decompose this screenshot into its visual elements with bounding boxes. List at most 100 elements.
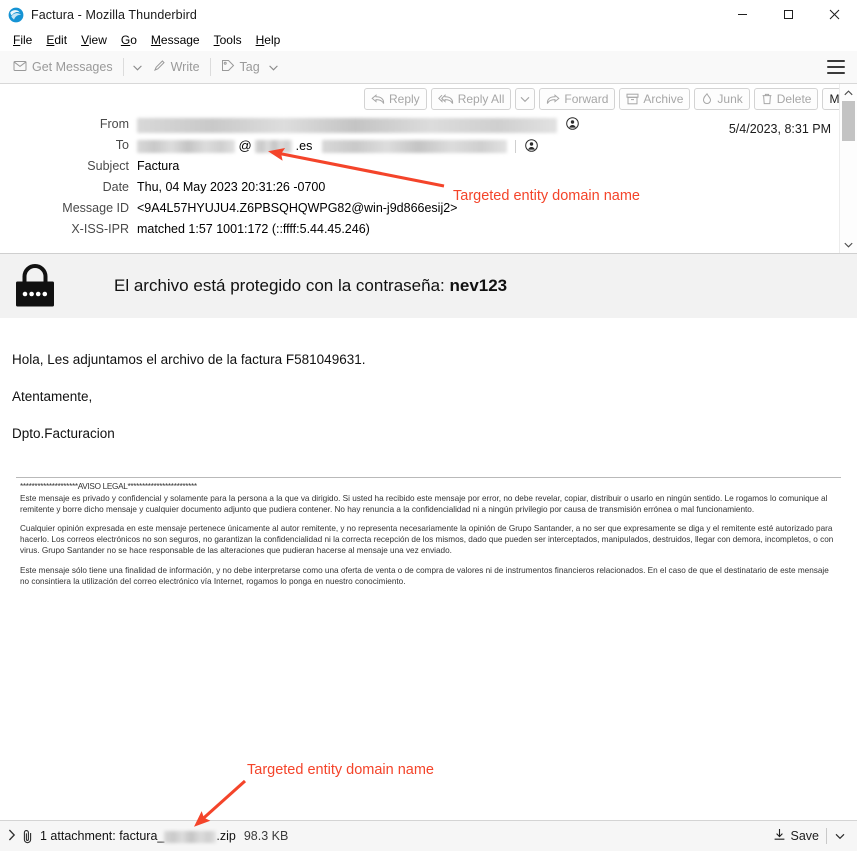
menu-edit[interactable]: Edit [39, 31, 74, 50]
menu-go[interactable]: Go [114, 31, 144, 50]
message-action-buttons: Reply Reply All Forward Archive Junk Del… [364, 88, 857, 110]
header-pane-scrollbar[interactable] [839, 84, 857, 253]
chevron-right-icon[interactable] [6, 828, 22, 845]
window-title: Factura - Mozilla Thunderbird [31, 7, 197, 22]
paperclip-icon [22, 829, 34, 844]
reply-all-button[interactable]: Reply All [430, 88, 512, 110]
scroll-down-arrow-icon[interactable] [840, 236, 857, 253]
header-row-date: Date Thu, 04 May 2023 20:31:26 -0700 [0, 179, 839, 198]
contact-avatar-icon[interactable] [566, 117, 580, 133]
received-timestamp: 5/4/2023, 8:31 PM [728, 122, 831, 136]
scroll-up-arrow-icon[interactable] [840, 84, 857, 101]
legal-paragraph-1: Este mensaje es privado y confidencial y… [20, 493, 828, 514]
delete-button[interactable]: Delete [753, 88, 819, 110]
legal-header: ********************AVISO LEGAL*********… [20, 482, 197, 491]
annotation-bottom-label: Targeted entity domain name [247, 762, 434, 778]
minimize-button[interactable] [719, 0, 765, 29]
save-attachment-button[interactable]: Save [766, 825, 827, 847]
toolbar-divider-2 [209, 58, 211, 76]
reply-label: Reply [389, 92, 420, 106]
from-label: From [99, 117, 129, 131]
save-options-dropdown[interactable] [827, 826, 853, 846]
attachment-size: 98.3 KB [243, 829, 289, 843]
envelope-download-icon [13, 60, 27, 75]
email-header-rows: From To @ .es Subject Factura Date Thu, … [0, 116, 839, 242]
window-titlebar: Factura - Mozilla Thunderbird [0, 0, 857, 29]
header-divider [515, 140, 517, 154]
scrollbar-thumb[interactable] [842, 101, 855, 141]
forward-icon [546, 93, 560, 105]
reply-all-label: Reply All [457, 92, 505, 106]
attachment-name-prefix: 1 attachment: factura_ [40, 829, 165, 843]
tag-button[interactable]: Tag [215, 56, 284, 78]
get-messages-button[interactable]: Get Messages [7, 57, 119, 78]
header-row-subject: Subject Factura [0, 158, 839, 177]
header-row-from: From [0, 116, 839, 135]
redacted-recipient-local-part [137, 140, 235, 154]
x-iss-ipr-label: X-ISS-IPR [71, 222, 129, 236]
toolbar-divider-1 [122, 58, 124, 76]
flame-icon [701, 93, 713, 105]
archive-label: Archive [643, 92, 684, 106]
attachment-password: nev123 [449, 276, 508, 295]
to-value[interactable]: @ .es [137, 137, 839, 155]
message-body-pane: El archivo está protegido con la contras… [0, 254, 857, 820]
attachment-actions: Save [766, 821, 854, 851]
password-notice-banner: El archivo está protegido con la contras… [0, 254, 857, 318]
header-row-message-id: Message ID <9A4L57HYUJU4.Z6PBSQHQWPG82@w… [0, 200, 839, 219]
contact-avatar-icon[interactable] [524, 138, 538, 155]
trash-icon [761, 93, 773, 105]
body-signature: Dpto.Facturacion [12, 426, 115, 441]
save-label: Save [790, 829, 820, 843]
annotation-top-label: Targeted entity domain name [453, 188, 640, 204]
x-iss-ipr-value: matched 1:57 1001:172 (::ffff:5.44.45.24… [137, 222, 370, 236]
attachment-name[interactable]: 1 attachment: factura_ .zip [40, 829, 236, 843]
reply-all-dropdown[interactable] [515, 88, 536, 110]
attachment-bar[interactable]: 1 attachment: factura_ .zip 98.3 KB Save [0, 820, 857, 851]
redacted-recipient-display-name [321, 140, 507, 154]
to-label: To [115, 138, 129, 152]
message-id-label: Message ID [62, 201, 129, 215]
attachment-name-suffix: .zip [216, 829, 236, 843]
padlock-icon [14, 263, 56, 309]
menu-file[interactable]: File [6, 31, 39, 50]
archive-button[interactable]: Archive [619, 88, 691, 110]
recipient-domain-suffix: .es [295, 139, 313, 153]
legal-paragraph-2: Cualquier opinión expresada en este mens… [20, 524, 834, 556]
write-button[interactable]: Write [147, 56, 206, 78]
hamburger-menu-icon[interactable] [827, 60, 845, 74]
archive-box-icon [626, 93, 639, 105]
menu-help[interactable]: Help [249, 31, 288, 50]
forward-button[interactable]: Forward [539, 88, 616, 110]
message-text-content: Hola, Les adjuntamos el archivo de la fa… [0, 352, 857, 588]
window-controls [719, 0, 857, 29]
header-row-x-iss-ipr: X-ISS-IPR matched 1:57 1001:172 (::ffff:… [0, 221, 839, 240]
forward-label: Forward [564, 92, 609, 106]
message-header-pane: Reply Reply All Forward Archive Junk Del… [0, 84, 857, 254]
password-notice-text: El archivo está protegido con la contras… [114, 276, 507, 296]
junk-button[interactable]: Junk [694, 88, 750, 110]
legal-paragraph-3: Este mensaje sólo tiene una finalidad de… [20, 565, 829, 586]
junk-label: Junk [717, 92, 743, 106]
delete-label: Delete [776, 92, 812, 106]
redacted-sender-address [137, 117, 557, 133]
body-greeting: Hola, Les adjuntamos el archivo de la fa… [12, 352, 366, 367]
redacted-attachment-name [164, 830, 217, 843]
reply-button[interactable]: Reply [364, 88, 427, 110]
redacted-recipient-domain [255, 140, 293, 154]
body-closing: Atentamente, [12, 389, 93, 404]
maximize-button[interactable] [765, 0, 811, 29]
date-label: Date [102, 180, 129, 194]
reply-icon [371, 93, 385, 105]
subject-value: Factura [137, 159, 180, 173]
close-button[interactable] [811, 0, 857, 29]
menu-message[interactable]: Message [144, 31, 207, 50]
tag-dropdown-icon[interactable] [268, 60, 278, 74]
menu-view[interactable]: View [74, 31, 114, 50]
menu-tools[interactable]: Tools [207, 31, 249, 50]
get-messages-dropdown[interactable] [128, 57, 147, 77]
tag-icon [221, 59, 235, 75]
download-icon [773, 828, 786, 844]
main-toolbar: Get Messages Write Tag [0, 51, 857, 84]
at-symbol: @ [238, 138, 252, 153]
